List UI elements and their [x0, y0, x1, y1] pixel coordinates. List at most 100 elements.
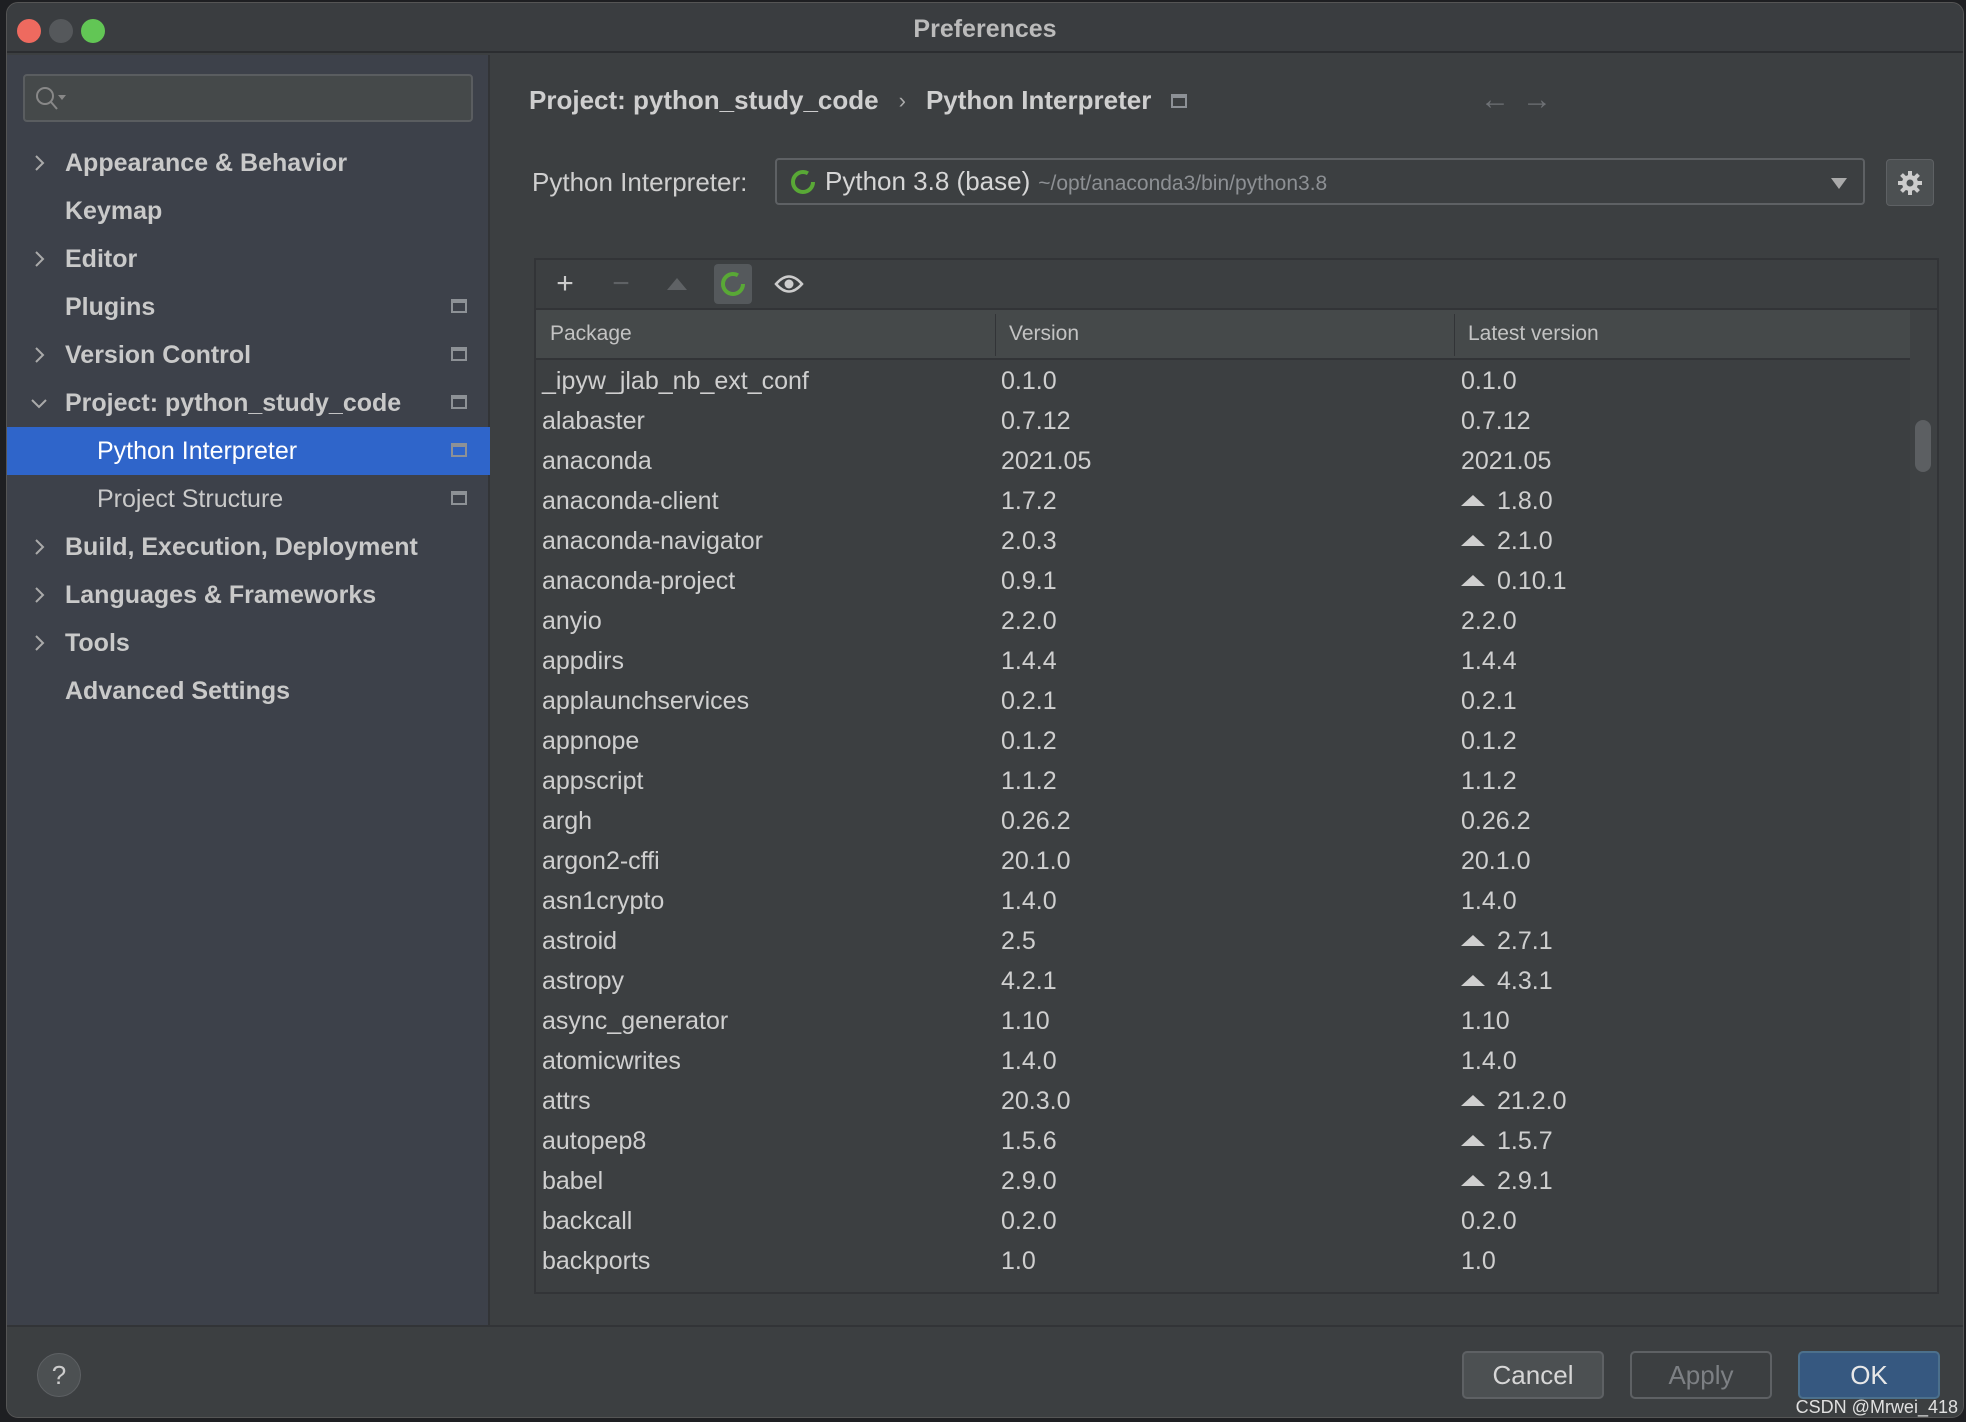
gear-icon [1898, 170, 1922, 195]
package-latest-version: 1.4.0 [1461, 887, 1517, 915]
package-version: 2.5 [1001, 927, 1036, 955]
column-header-latest-version[interactable]: Latest version [1468, 322, 1599, 346]
breadcrumb-separator: › [898, 87, 906, 113]
sidebar-item-python-interpreter[interactable]: Python Interpreter [7, 427, 490, 475]
package-name: astroid [542, 927, 618, 955]
package-name: async_generator [542, 1007, 729, 1035]
table-row[interactable]: argon2-cffi 20.1.0 20.1.0 [536, 841, 1912, 881]
table-row[interactable]: appscript 1.1.2 1.1.2 [536, 761, 1912, 801]
window-title: Preferences [913, 15, 1057, 43]
sidebar-item-tools[interactable]: Tools [7, 619, 490, 667]
sidebar-item-label: Project Structure [97, 484, 284, 513]
breadcrumb-project[interactable]: Project: python_study_code [529, 85, 879, 116]
sidebar-item-plugins[interactable]: Plugins [7, 283, 490, 331]
chevron-right-icon[interactable] [29, 153, 49, 173]
table-row[interactable]: anaconda-client 1.7.2 1.8.0 [536, 481, 1912, 521]
sidebar-item-build-execution-deployment[interactable]: Build, Execution, Deployment [7, 523, 490, 571]
latest-version-cell: 2.1.0 [1461, 527, 1553, 556]
forward-arrow-icon[interactable]: → [1522, 83, 1552, 117]
upgrade-available-icon [1461, 495, 1485, 506]
latest-version-cell: 0.2.1 [1461, 687, 1517, 716]
sidebar-item-advanced-settings[interactable]: Advanced Settings [7, 667, 490, 715]
plus-icon[interactable]: + [546, 264, 584, 304]
eye-icon[interactable] [770, 264, 808, 304]
project-level-icon [451, 347, 467, 361]
chevron-down-icon[interactable] [29, 393, 49, 413]
breadcrumb-page: Python Interpreter [925, 85, 1152, 115]
latest-version-cell: 1.1.2 [1461, 767, 1517, 796]
help-button[interactable]: ? [37, 1353, 81, 1397]
sidebar-item-project-structure[interactable]: Project Structure [7, 475, 490, 523]
table-scrollbar[interactable] [1910, 310, 1937, 1292]
table-row[interactable]: astropy 4.2.1 4.3.1 [536, 961, 1912, 1001]
table-row[interactable]: appnope 0.1.2 0.1.2 [536, 721, 1912, 761]
table-row[interactable]: asn1crypto 1.4.0 1.4.0 [536, 881, 1912, 921]
table-row[interactable]: anyio 2.2.0 2.2.0 [536, 601, 1912, 641]
table-row[interactable]: anaconda-project 0.9.1 0.10.1 [536, 561, 1912, 601]
package-name: astropy [542, 967, 624, 995]
table-row[interactable]: backports 1.0 1.0 [536, 1241, 1912, 1281]
package-name: anaconda [542, 447, 652, 475]
chevron-right-icon[interactable] [29, 585, 49, 605]
table-row[interactable]: autopep8 1.5.6 1.5.7 [536, 1121, 1912, 1161]
settings-search-input[interactable] [23, 74, 473, 122]
latest-version-cell: 0.7.12 [1461, 407, 1531, 436]
package-name: atomicwrites [542, 1047, 681, 1075]
package-version: 20.1.0 [1001, 847, 1071, 875]
latest-version-cell: 1.4.4 [1461, 647, 1517, 676]
apply-button[interactable]: Apply [1630, 1351, 1772, 1399]
sidebar-item-label: Build, Execution, Deployment [65, 532, 418, 561]
table-row[interactable]: applaunchservices 0.2.1 0.2.1 [536, 681, 1912, 721]
chevron-right-icon[interactable] [29, 537, 49, 557]
package-name: appnope [542, 727, 640, 755]
sidebar-item-editor[interactable]: Editor [7, 235, 490, 283]
interpreter-label: Python Interpreter: [532, 167, 748, 197]
package-name: backports [542, 1247, 651, 1275]
cancel-button[interactable]: Cancel [1462, 1351, 1604, 1399]
package-name: anyio [542, 607, 602, 635]
chevron-right-icon[interactable] [29, 345, 49, 365]
minus-icon[interactable]: − [602, 264, 640, 304]
sidebar-item-keymap[interactable]: Keymap [7, 187, 490, 235]
refresh-icon[interactable] [714, 264, 752, 304]
table-row[interactable]: babel 2.9.0 2.9.1 [536, 1161, 1912, 1201]
sidebar-item-appearance-behavior[interactable]: Appearance & Behavior [7, 139, 490, 187]
sidebar-item-version-control[interactable]: Version Control [7, 331, 490, 379]
packages-toolbar: + − [536, 260, 1937, 310]
table-row[interactable]: anaconda-navigator 2.0.3 2.1.0 [536, 521, 1912, 561]
chevron-right-icon[interactable] [29, 633, 49, 653]
table-row[interactable]: atomicwrites 1.4.0 1.4.0 [536, 1041, 1912, 1081]
package-latest-version: 0.1.2 [1461, 727, 1517, 755]
upgrade-icon[interactable] [658, 264, 696, 304]
package-version: 0.26.2 [1001, 807, 1071, 835]
chevron-right-icon[interactable] [29, 249, 49, 269]
package-latest-version: 1.10 [1461, 1007, 1510, 1035]
package-name: anaconda-client [542, 487, 719, 515]
interpreter-settings-button[interactable] [1886, 159, 1934, 206]
scrollbar-thumb[interactable] [1915, 420, 1931, 472]
package-name: appdirs [542, 647, 624, 675]
package-latest-version: 1.5.7 [1497, 1127, 1553, 1155]
column-header-version[interactable]: Version [1009, 322, 1079, 346]
sidebar-item-project-python-study-code[interactable]: Project: python_study_code [7, 379, 490, 427]
sidebar-item-label: Appearance & Behavior [65, 148, 348, 177]
table-row[interactable]: async_generator 1.10 1.10 [536, 1001, 1912, 1041]
table-row[interactable]: backcall 0.2.0 0.2.0 [536, 1201, 1912, 1241]
package-latest-version: 1.4.4 [1461, 647, 1517, 675]
column-header-package[interactable]: Package [550, 322, 632, 346]
table-row[interactable]: attrs 20.3.0 21.2.0 [536, 1081, 1912, 1121]
sidebar-item-languages-frameworks[interactable]: Languages & Frameworks [7, 571, 490, 619]
interpreter-dropdown[interactable]: Python 3.8 (base) ~/opt/anaconda3/bin/py… [775, 158, 1865, 205]
upgrade-available-icon [1461, 1095, 1485, 1106]
table-row[interactable]: alabaster 0.7.12 0.7.12 [536, 401, 1912, 441]
latest-version-cell: 1.0 [1461, 1247, 1496, 1276]
latest-version-cell: 21.2.0 [1461, 1087, 1567, 1116]
table-row[interactable]: argh 0.26.2 0.26.2 [536, 801, 1912, 841]
ok-button[interactable]: OK [1798, 1351, 1940, 1399]
back-arrow-icon[interactable]: ← [1480, 83, 1510, 117]
project-level-icon [451, 299, 467, 313]
table-row[interactable]: anaconda 2021.05 2021.05 [536, 441, 1912, 481]
table-row[interactable]: _ipyw_jlab_nb_ext_conf 0.1.0 0.1.0 [536, 361, 1912, 401]
table-row[interactable]: appdirs 1.4.4 1.4.4 [536, 641, 1912, 681]
table-row[interactable]: astroid 2.5 2.7.1 [536, 921, 1912, 961]
